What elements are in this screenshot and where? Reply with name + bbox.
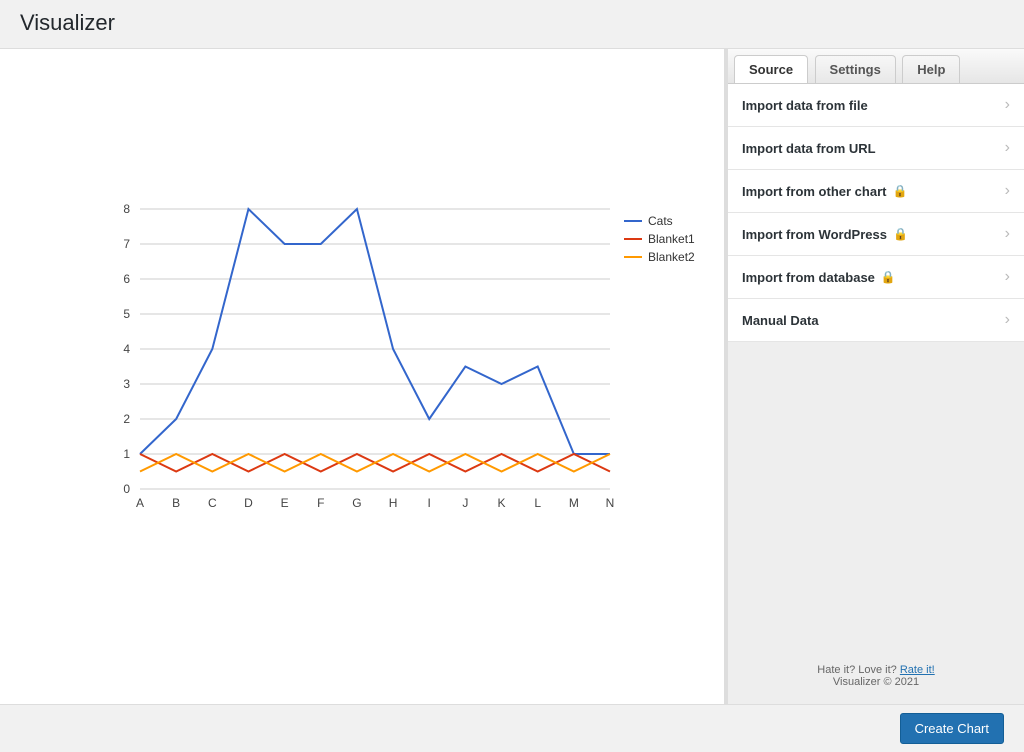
page-header: Visualizer [0,0,1024,49]
svg-text:M: M [569,496,579,510]
accordion-item-2[interactable]: Import from other chart🔒 › [728,170,1024,213]
accordion-label: Import from database🔒 [742,270,896,285]
chevron-right-icon: › [1005,311,1010,329]
chevron-right-icon: › [1005,96,1010,114]
svg-text:Cats: Cats [648,214,673,228]
svg-text:5: 5 [123,307,130,321]
svg-text:2: 2 [123,412,130,426]
footer-hate-text: Hate it? [817,664,855,676]
line-chart: 0 1 2 3 4 5 6 7 8 A B C D E F G H I J K L M N Cats Blanket1 Blank… [0,49,720,669]
accordion-label: Import data from URL [742,141,876,156]
sidebar-footer: Hate it? Love it? Rate it! Visualizer © … [728,654,1024,704]
chevron-right-icon: › [1005,182,1010,200]
main-content: 0 1 2 3 4 5 6 7 8 A B C D E F G H I J K L M N Cats Blanket1 Blank… [0,49,1024,704]
svg-text:A: A [136,496,144,510]
accordion-item-3[interactable]: Import from WordPress🔒 › [728,213,1024,256]
accordion-label: Import data from file [742,98,868,113]
accordion-item-4[interactable]: Import from database🔒 › [728,256,1024,299]
svg-text:I: I [428,496,431,510]
chart-pane: 0 1 2 3 4 5 6 7 8 A B C D E F G H I J K L M N Cats Blanket1 Blank… [0,49,724,704]
svg-text:C: C [208,496,217,510]
svg-text:N: N [606,496,615,510]
svg-text:Blanket2: Blanket2 [648,250,695,264]
lock-icon: 🔒 [893,227,908,241]
svg-text:F: F [317,496,324,510]
accordion-label: Import from WordPress🔒 [742,227,908,242]
footer-copyright: Visualizer © 2021 [833,676,919,688]
svg-text:D: D [244,496,253,510]
chevron-right-icon: › [1005,139,1010,157]
create-chart-button[interactable]: Create Chart [900,713,1004,744]
bottom-bar: Create Chart [0,704,1024,752]
svg-text:E: E [281,496,289,510]
footer-love-text: Love it? [858,664,897,676]
svg-text:L: L [534,496,541,510]
svg-text:1: 1 [123,447,130,461]
tab-settings[interactable]: Settings [815,55,896,83]
accordion-label: Import from other chart🔒 [742,184,907,199]
svg-text:J: J [462,496,468,510]
chevron-right-icon: › [1005,268,1010,286]
svg-text:3: 3 [123,377,130,391]
sidebar-tabs: Source Settings Help [728,49,1024,84]
svg-text:Blanket1: Blanket1 [648,232,695,246]
svg-text:K: K [498,496,506,510]
accordion-item-0[interactable]: Import data from file › [728,84,1024,127]
chevron-right-icon: › [1005,225,1010,243]
svg-text:0: 0 [123,482,130,496]
accordion-item-1[interactable]: Import data from URL › [728,127,1024,170]
source-accordion: Import data from file›Import data from U… [728,84,1024,342]
page-title: Visualizer [20,10,1004,36]
svg-text:G: G [352,496,361,510]
accordion-label: Manual Data [742,313,819,328]
settings-sidebar: Source Settings Help Import data from fi… [724,49,1024,704]
svg-text:4: 4 [123,342,130,356]
svg-text:8: 8 [123,202,130,216]
accordion-item-5[interactable]: Manual Data › [728,299,1024,342]
svg-text:6: 6 [123,272,130,286]
lock-icon: 🔒 [881,270,896,284]
svg-text:H: H [389,496,398,510]
tab-help[interactable]: Help [902,55,960,83]
svg-text:7: 7 [123,237,130,251]
lock-icon: 🔒 [892,184,907,198]
rate-link[interactable]: Rate it! [900,664,935,676]
svg-text:B: B [172,496,180,510]
tab-source[interactable]: Source [734,55,808,83]
